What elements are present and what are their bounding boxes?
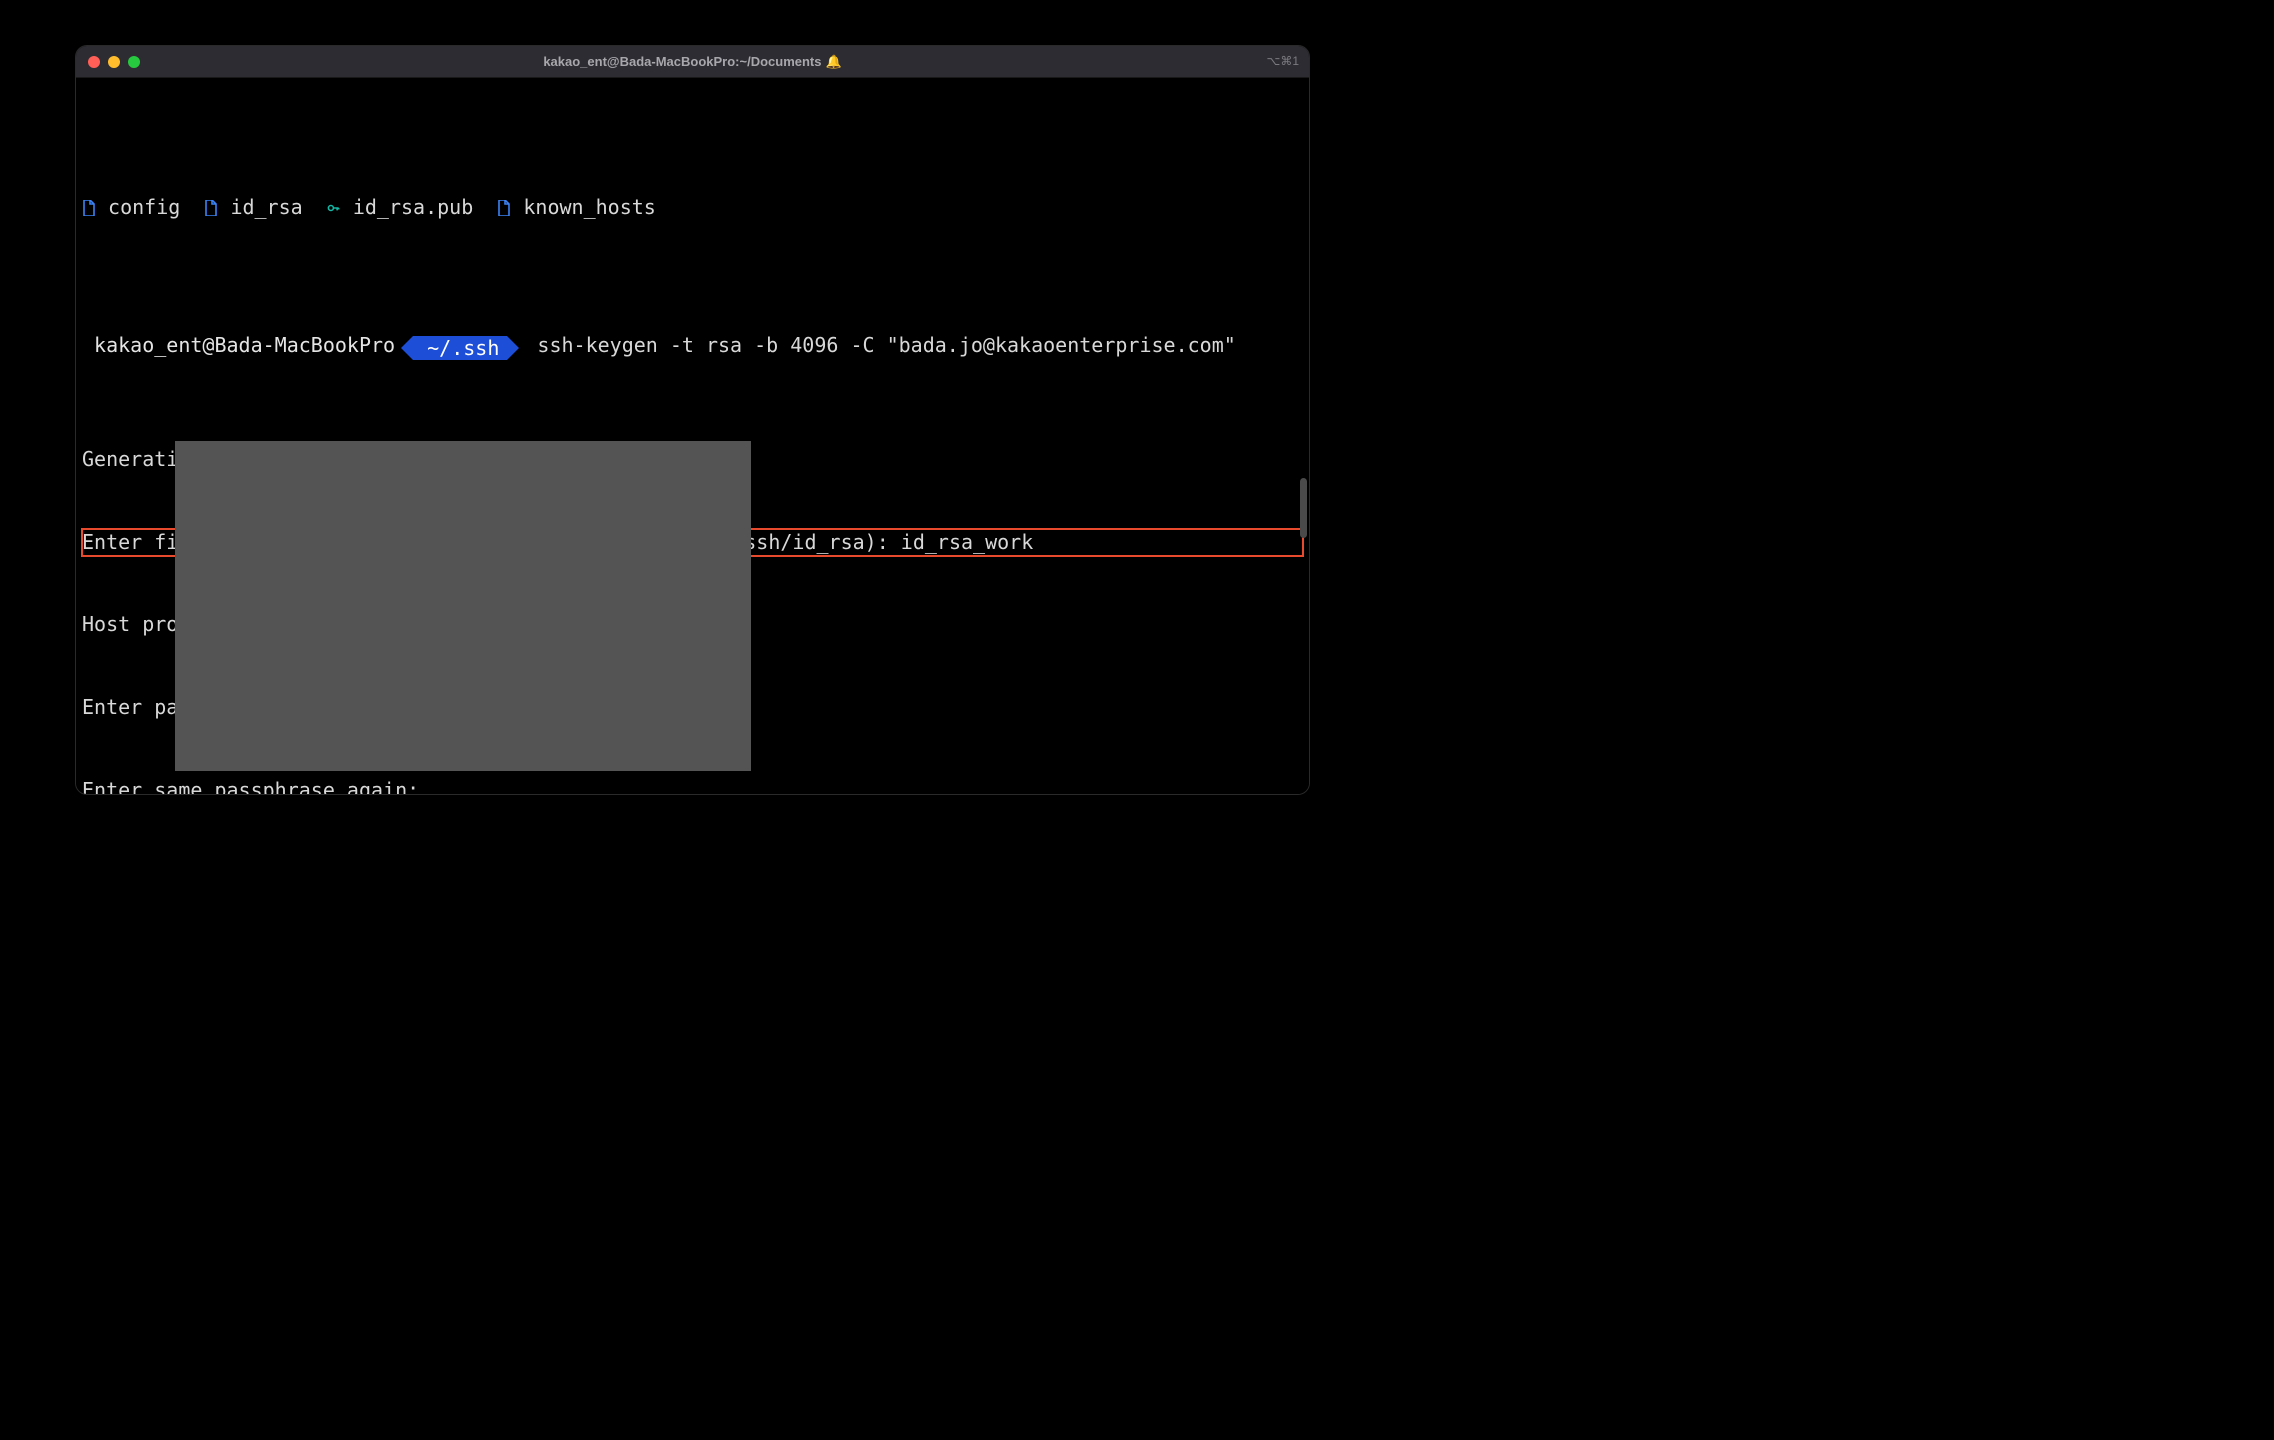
zoom-icon[interactable] (128, 56, 140, 68)
output-line: Enter same passphrase again: (82, 777, 1303, 795)
terminal-window: kakao_ent@Bada-MacBookPro:~/Documents 🔔 … (75, 45, 1310, 795)
file-icon (204, 195, 218, 219)
window-title: kakao_ent@Bada-MacBookPro:~/Documents (543, 53, 821, 71)
prompt-path: ~/.ssh (413, 336, 507, 360)
traffic-lights (76, 56, 140, 68)
minimize-icon[interactable] (108, 56, 120, 68)
command-text: ssh-keygen -t rsa -b 4096 -C "bada.jo@ka… (525, 333, 1235, 357)
file-name: id_rsa (230, 195, 302, 219)
file-name: id_rsa.pub (353, 195, 473, 219)
titlebar[interactable]: kakao_ent@Bada-MacBookPro:~/Documents 🔔 … (76, 46, 1309, 78)
close-icon[interactable] (88, 56, 100, 68)
scrollbar-thumb[interactable] (1300, 478, 1307, 538)
prompt-line: kakao_ent@Bada-MacBookPro ~/.ssh ssh-key… (82, 332, 1303, 363)
ls-output-row: config id_rsa id_rsa.pub known_hosts (82, 194, 1303, 222)
file-icon (497, 195, 511, 219)
file-icon (82, 195, 96, 219)
file-name: config (108, 195, 180, 219)
key-icon (327, 195, 341, 219)
pane-shortcut: ⌥⌘1 (1266, 53, 1299, 70)
prompt-host: kakao_ent@Bada-MacBookPro (82, 333, 407, 357)
redaction-block (175, 441, 751, 771)
bell-icon: 🔔 (825, 53, 841, 71)
terminal-body[interactable]: config id_rsa id_rsa.pub known_hosts kak… (76, 78, 1309, 794)
file-name: known_hosts (523, 195, 655, 219)
